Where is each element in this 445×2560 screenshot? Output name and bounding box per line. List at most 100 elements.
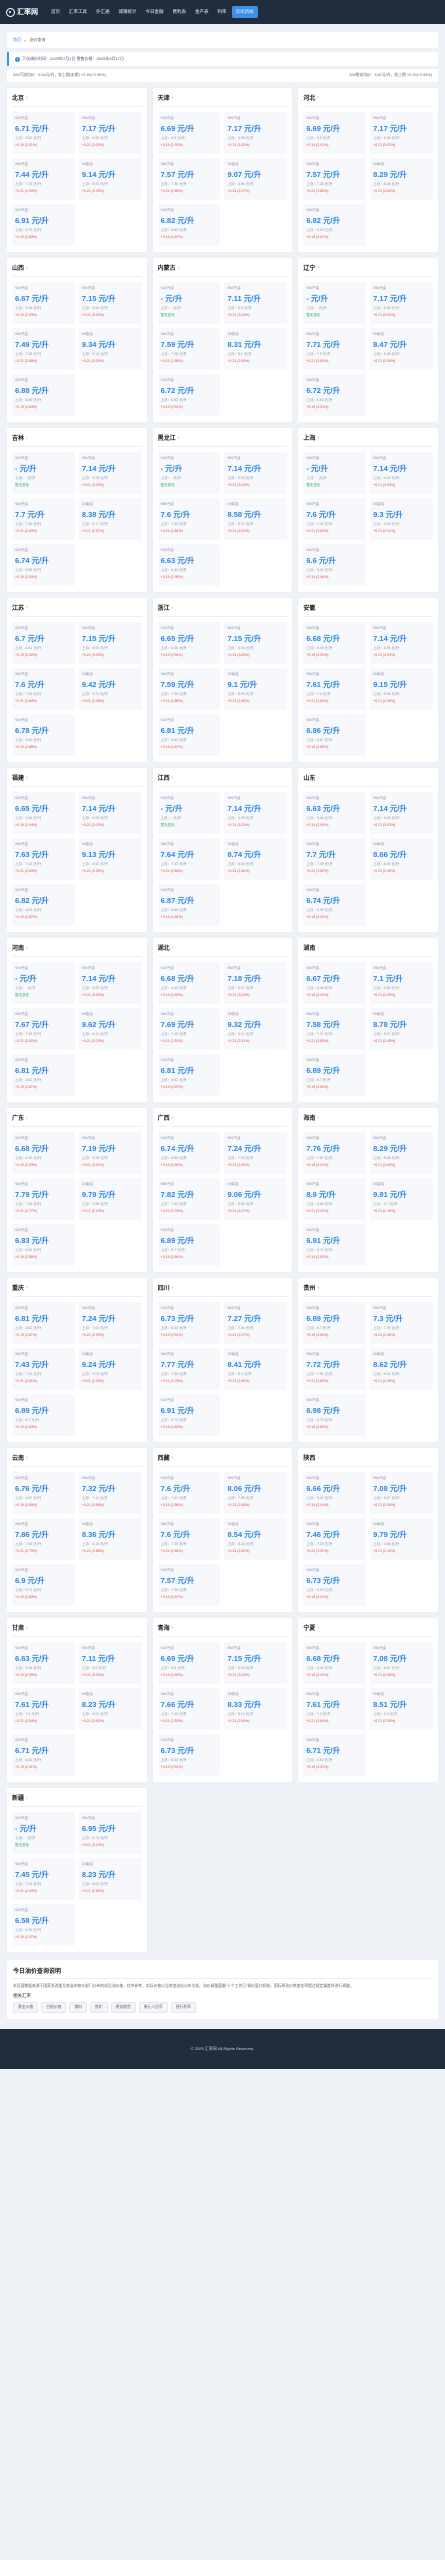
province-name: 西藏 — [157, 1456, 170, 1462]
current-price: 8.29 元/升 — [373, 170, 407, 179]
price-change: 暂无变化 — [160, 823, 175, 827]
province-title[interactable]: 湖南 › — [303, 943, 433, 957]
related-tag[interactable]: 白银价格 — [41, 2002, 67, 2013]
related-tag[interactable]: 铁矿 — [89, 2002, 108, 2013]
fuel-label: 92#汽油 — [15, 286, 28, 290]
province-title[interactable]: 辽宁 › — [303, 263, 433, 277]
nav-item[interactable]: 汇率工具 — [65, 6, 91, 18]
province-title[interactable]: 浙江 › — [157, 603, 288, 617]
breadcrumb-separator: > — [24, 37, 27, 43]
price-change: +0.21 (2.68%) — [227, 1503, 250, 1507]
nav-item[interactable]: 首页 — [47, 6, 64, 18]
province-title[interactable]: 河北 › — [303, 93, 433, 107]
province-title[interactable]: 山东 › — [303, 773, 433, 787]
price-cell: 92#汽油 6.7 元/升 上月：6.51 元/升 +0.19 (2.92%) — [12, 622, 75, 664]
province-title[interactable]: 天津 › — [157, 93, 288, 107]
price-change: +0.19 (2.87%) — [15, 1333, 38, 1337]
previous-price: 上月：6.71 元/升 — [15, 1588, 42, 1592]
fuel-label: 92#汽油 — [306, 1136, 320, 1140]
nav-item[interactable]: 资讯新闻 — [231, 6, 258, 18]
province-title[interactable]: 福建 › — [12, 773, 142, 787]
current-price: 6.67 元/升 — [306, 974, 341, 983]
province-title[interactable]: 陕西 › — [303, 1453, 433, 1467]
fuel-label: 92#汽油 — [15, 1738, 28, 1742]
breadcrumb-current: 油价查询 — [29, 37, 46, 42]
province-title[interactable]: 黑龙江 › — [157, 433, 288, 447]
nav-item[interactable]: 利率 — [214, 6, 231, 18]
price-change: +0.19 (2.83%) — [160, 1425, 183, 1429]
previous-price: 上月：6.9 元/升 — [81, 1666, 107, 1670]
price-cell: 95#汽油 8.29 元/升 上月：8.08 元/升 +0.21 (2.60%) — [370, 1132, 433, 1174]
adjust-notice: i 下次调价时间：2025年7月1日 零售价格：2025年6月17日 — [7, 52, 438, 66]
current-price: 6.66 元/升 — [306, 1484, 341, 1493]
related-tag[interactable]: 原油期货 — [110, 2002, 136, 2013]
breadcrumb-home[interactable]: 首页 — [13, 37, 21, 43]
province-title[interactable]: 湖北 › — [157, 943, 288, 957]
previous-price: 上月：6.52 元/升 — [15, 136, 42, 140]
related-tag[interactable]: 钢材 — [69, 2002, 87, 2013]
chevron-right-icon: › — [317, 774, 320, 781]
province-title[interactable]: 贵州 › — [303, 1283, 433, 1297]
price-cell: 0#柴油 9.24 元/升 上月：9.03 元/升 +0.21 (2.33%) — [78, 1348, 142, 1390]
nav-item[interactable]: 金产表 — [191, 6, 213, 18]
price-cells: 92#汽油 - 元/升 上月：- 元/升 暂无变化 95#汽油 7.14 元/升 上月：6.… — [157, 792, 288, 926]
province-title[interactable]: 山西 › — [12, 263, 142, 277]
previous-price: 上月：9.7 元/升 — [373, 1202, 398, 1206]
province-title[interactable]: 广东 › — [12, 1113, 142, 1127]
price-change: +0.21 (2.81%) — [160, 1039, 183, 1043]
province-card: 甘肃 › 92#汽油 6.63 元/升 上月：6.44 元/升 +0.19 (2.95%)… — [7, 1618, 147, 1782]
nav-item[interactable]: 今日金融 — [142, 6, 168, 18]
related-tag[interactable]: 银行利率 — [170, 2002, 196, 2013]
province-title[interactable]: 上海 › — [303, 433, 433, 447]
province-title[interactable]: 重庆 › — [12, 1283, 142, 1297]
previous-price: 上月：9.03 元/升 — [81, 1372, 109, 1376]
previous-price: 上月：6.53 元/升 — [306, 398, 333, 402]
province-title[interactable]: 四川 › — [157, 1283, 288, 1297]
province-title[interactable]: 云南 › — [12, 1453, 142, 1467]
province-title[interactable]: 江苏 › — [12, 603, 142, 617]
previous-price: 上月：7.09 元/升 — [373, 1326, 400, 1330]
province-title[interactable]: 海南 › — [303, 1113, 433, 1127]
previous-price: 上月：8.94 元/升 — [373, 692, 400, 696]
province-title[interactable]: 宁夏 › — [303, 1623, 433, 1637]
logo-icon — [6, 7, 15, 17]
fuel-label: 0#柴油 — [227, 1522, 239, 1526]
price-change: +0.21 (3.06%) — [373, 1673, 396, 1677]
price-cell: 95#汽油 7.11 元/升 上月：6.9 元/升 +0.21 (3.04%) — [224, 282, 288, 324]
previous-price: 上月：6.96 元/升 — [373, 136, 400, 140]
chevron-right-icon: › — [171, 1454, 174, 1461]
current-price: 9.32 元/升 — [227, 1020, 262, 1029]
price-change: +0.19 (2.87%) — [160, 1085, 183, 1089]
price-change: +0.21 (3.03%) — [227, 1673, 250, 1677]
province-title[interactable]: 新疆 › — [12, 1793, 142, 1807]
province-title[interactable]: 江西 › — [157, 773, 288, 787]
related-tag[interactable]: 美元人民币 — [138, 2002, 168, 2013]
province-title[interactable]: 北京 › — [12, 93, 142, 107]
fuel-label: 92#汽油 — [15, 1476, 28, 1480]
related-tag[interactable]: 黄金价格 — [13, 2002, 39, 2013]
province-title[interactable]: 甘肃 › — [12, 1623, 142, 1637]
site-logo[interactable]: 汇率网 — [6, 7, 38, 17]
province-title[interactable]: 西藏 › — [157, 1453, 288, 1467]
fuel-label: 95#汽油 — [81, 966, 95, 970]
nav-item[interactable]: 费利表 — [169, 6, 191, 18]
price-cell: 92#汽油 6.88 元/升 上月：6.69 元/升 +0.19 (2.84%) — [12, 374, 75, 416]
current-price: 7.57 元/升 — [160, 170, 195, 179]
fuel-label: 92#汽油 — [15, 1306, 28, 1310]
price-cells: 92#汽油 6.76 元/升 上月：6.57 元/升 +0.19 (2.89%) 95#… — [12, 1472, 142, 1606]
current-price: 8.66 元/升 — [373, 850, 407, 859]
price-change: +0.21 (2.91%) — [15, 1379, 38, 1383]
previous-price: 上月：6.69 元/升 — [15, 398, 42, 402]
province-title[interactable]: 河南 › — [12, 943, 142, 957]
price-cell: 0#柴油 8.78 元/升 上月：8.57 元/升 +0.21 (2.45%) — [370, 1008, 433, 1050]
province-title[interactable]: 青海 › — [157, 1623, 288, 1637]
province-title[interactable]: 吉林 › — [12, 433, 142, 447]
price-cell: 92#汽油 6.73 元/升 上月：6.54 元/升 +0.19 (2.91%) — [157, 1302, 221, 1344]
nav-item[interactable]: 外汇通 — [92, 6, 114, 18]
province-title[interactable]: 广西 › — [157, 1113, 288, 1127]
province-title[interactable]: 内蒙古 › — [157, 263, 288, 277]
price-cell: 95#汽油 8.06 元/升 上月：7.85 元/升 +0.21 (2.68%) — [224, 1472, 288, 1514]
nav-item[interactable]: 城镇统计 — [115, 6, 141, 18]
province-title[interactable]: 安徽 › — [303, 603, 433, 617]
previous-price: 上月：6.49 元/升 — [15, 1156, 42, 1160]
